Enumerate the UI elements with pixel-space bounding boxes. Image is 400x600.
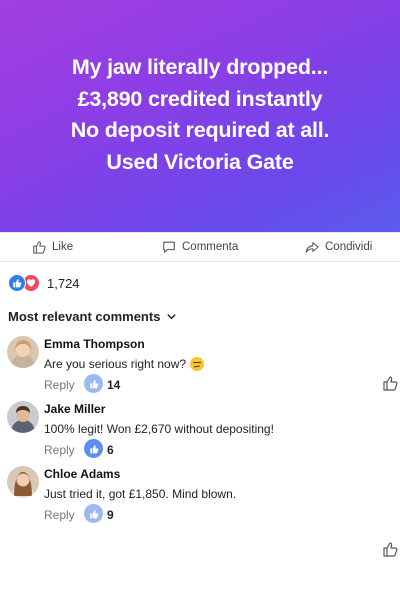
comment-item: Chloe Adams Just tried it, got £1,850. M… [0, 466, 400, 526]
comment-text: Are you serious right now? [44, 357, 205, 371]
emoji-flushed-icon [190, 357, 205, 371]
comment-author[interactable]: Emma Thompson [44, 337, 145, 351]
comment-text: Just tried it, got £1,850. Mind blown. [44, 487, 236, 501]
like-button[interactable]: Like [32, 240, 73, 254]
share-button[interactable]: Condividi [305, 240, 372, 254]
comment-button[interactable]: Commenta [162, 240, 238, 254]
post-text-line: No deposit required at all. [70, 118, 330, 142]
chevron-down-icon [167, 314, 177, 320]
post-image-banner: My jaw literally dropped... £3,890 credi… [0, 0, 400, 232]
post-action-bar: Like Commenta Condividi [0, 232, 400, 262]
thumbs-up-icon[interactable] [382, 541, 398, 557]
share-button-label: Condividi [325, 241, 373, 253]
comment-item: Jake Miller 100% legit! Won £2,670 witho… [0, 401, 400, 461]
avatar[interactable] [7, 336, 39, 368]
comments-sort-label: Most relevant comments [8, 309, 161, 324]
comment-like-count: 9 [107, 508, 114, 522]
like-button-label: Like [52, 241, 74, 253]
comment-icon [163, 241, 175, 253]
post-text-line: My jaw literally dropped... [71, 55, 329, 79]
post-text-line: £3,890 credited instantly [77, 86, 323, 111]
thumbs-up-icon[interactable] [382, 375, 398, 391]
comment-like-badge-icon [84, 504, 103, 523]
comment-like-count: 6 [107, 443, 114, 457]
like-reaction-icon [8, 274, 26, 292]
reply-button[interactable]: Reply [44, 508, 75, 522]
reaction-count: 1,724 [47, 275, 80, 291]
comment-like-badge-icon [84, 439, 103, 458]
thumbs-up-icon [33, 241, 46, 254]
comment-body: 100% legit! Won £2,670 without depositin… [44, 422, 274, 436]
comment-button-label: Commenta [182, 241, 239, 253]
comment-body: Are you serious right now? [44, 357, 187, 371]
avatar[interactable] [7, 466, 39, 498]
reply-button[interactable]: Reply [44, 378, 75, 392]
avatar[interactable] [7, 401, 39, 433]
reply-button[interactable]: Reply [44, 443, 75, 457]
comment-item: Emma Thompson Are you serious right now?… [0, 336, 400, 396]
comments-sort-dropdown[interactable]: Most relevant comments [8, 309, 177, 324]
comment-author[interactable]: Jake Miller [44, 402, 105, 416]
post-text-line: Used Victoria Gate [106, 149, 294, 174]
comment-like-count: 14 [107, 378, 121, 392]
share-icon [305, 242, 319, 253]
comment-body: Just tried it, got £1,850. Mind blown. [44, 487, 237, 501]
comment-like-badge-icon [84, 374, 103, 393]
comment-author[interactable]: Chloe Adams [44, 467, 120, 481]
comment-text: 100% legit! Won £2,670 without depositin… [44, 422, 274, 436]
reactions-summary[interactable]: 1,724 [8, 274, 80, 292]
